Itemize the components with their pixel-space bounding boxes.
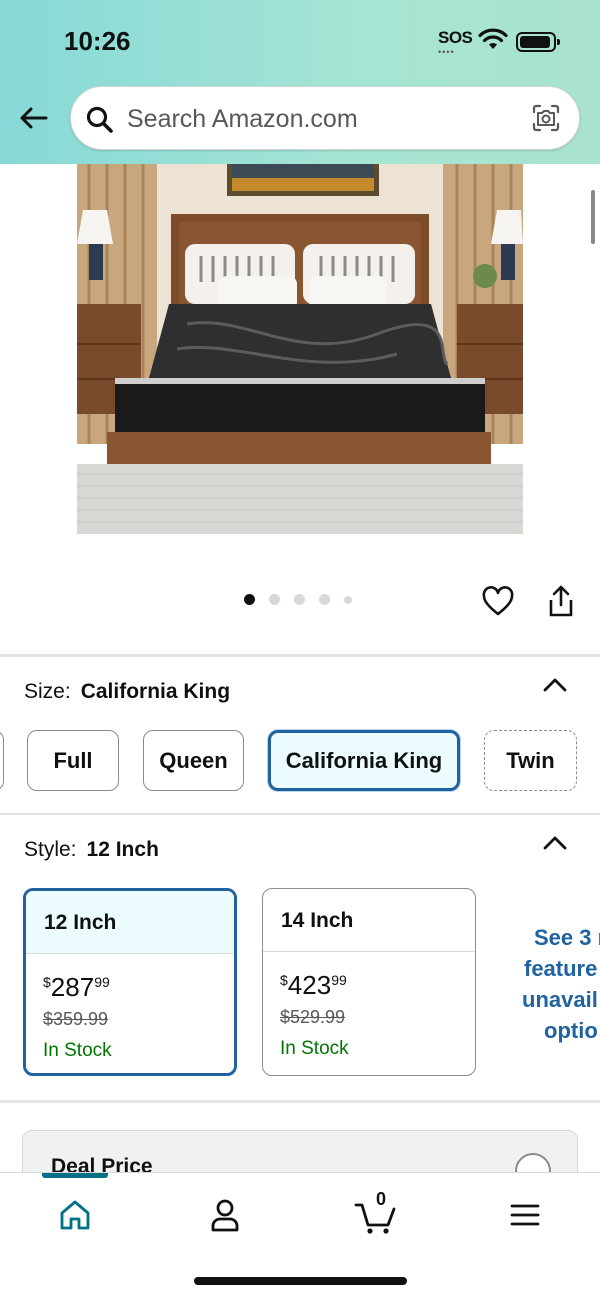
see-more-line: See 3 r: [534, 925, 600, 950]
back-arrow-icon[interactable]: [16, 100, 52, 136]
style-label: Style:: [24, 838, 77, 861]
home-icon[interactable]: [53, 1193, 97, 1237]
carousel-dot[interactable]: [294, 594, 305, 605]
price-whole: 423: [287, 970, 332, 1000]
size-row: Size: California King: [24, 680, 230, 704]
scroll-indicator: [591, 190, 595, 244]
size-chip-label: Queen: [159, 747, 228, 773]
chevron-up-icon[interactable]: [542, 676, 568, 694]
see-more-line: unavail: [522, 987, 598, 1012]
chevron-up-icon[interactable]: [542, 834, 568, 852]
style-value: 12 Inch: [86, 838, 159, 861]
see-more-line: feature: [524, 956, 598, 981]
size-value: California King: [80, 680, 231, 703]
home-indicator: [194, 1277, 407, 1285]
carousel-dot[interactable]: [344, 595, 352, 604]
cart-count: 0: [376, 1189, 387, 1209]
style-card-title: 12 Inch: [26, 891, 234, 954]
carousel-dot[interactable]: [319, 594, 330, 605]
heart-icon[interactable]: [482, 586, 514, 618]
wifi-icon: [478, 28, 508, 49]
price-fraction: 99: [94, 974, 110, 990]
carousel-dot[interactable]: [244, 594, 255, 605]
product-image[interactable]: [77, 164, 523, 534]
search-input[interactable]: [127, 101, 527, 137]
carousel-dots[interactable]: [244, 594, 352, 605]
style-card-12-inch[interactable]: 12 Inch $28799 $359.99 In Stock: [23, 888, 237, 1076]
stock-status: In Stock: [43, 1040, 112, 1061]
size-chip-label: California King: [285, 747, 443, 773]
size-chip-twin[interactable]: Twin: [484, 730, 577, 791]
price-fraction: 99: [331, 972, 347, 988]
style-row: Style: 12 Inch: [24, 838, 159, 862]
section-divider: [0, 1100, 600, 1103]
stock-status: In Stock: [280, 1038, 349, 1059]
account-icon[interactable]: [203, 1193, 247, 1237]
style-card-price: $42399: [280, 970, 475, 1001]
menu-icon[interactable]: [503, 1193, 547, 1237]
size-chip-label: Full: [53, 747, 93, 773]
sos-indicator: SOS: [438, 28, 473, 47]
battery-icon: [516, 32, 560, 52]
price-symbol: $: [43, 974, 51, 990]
search-bar[interactable]: [70, 86, 580, 150]
section-divider: [0, 654, 600, 657]
style-card-14-inch[interactable]: 14 Inch $42399 $529.99 In Stock: [262, 888, 476, 1076]
size-chip-queen[interactable]: Queen: [143, 730, 244, 791]
camera-lens-icon[interactable]: [531, 103, 561, 133]
active-tab-indicator: [42, 1173, 108, 1178]
list-price: $529.99: [280, 1007, 346, 1027]
signal-dots: ••••: [438, 47, 455, 57]
list-price: $359.99: [43, 1009, 109, 1029]
section-divider: [0, 813, 600, 815]
size-chip-full[interactable]: Full: [27, 730, 119, 791]
size-chip-partial[interactable]: [0, 730, 4, 791]
status-time: 10:26: [64, 26, 131, 56]
mattress-photo: [77, 164, 523, 534]
share-icon[interactable]: [546, 584, 576, 618]
cart-button[interactable]: 0: [354, 1189, 398, 1237]
carousel-dot[interactable]: [269, 594, 280, 605]
price-symbol: $: [280, 972, 288, 988]
style-card-title: 14 Inch: [263, 889, 475, 952]
status-bar: 10:26 SOS ••••: [0, 24, 600, 58]
size-chip-label: Twin: [506, 747, 555, 773]
price-whole: 287: [50, 972, 95, 1002]
search-icon: [86, 106, 113, 133]
header: 10:26 SOS ••••: [0, 0, 600, 164]
see-unavailable-options-link[interactable]: See 3 r feature unavail optio: [518, 922, 600, 1046]
see-more-line: optio: [544, 1018, 598, 1043]
size-chip-california-king[interactable]: California King: [268, 730, 460, 791]
style-card-price: $28799: [43, 972, 234, 1003]
size-label: Size:: [24, 680, 71, 703]
